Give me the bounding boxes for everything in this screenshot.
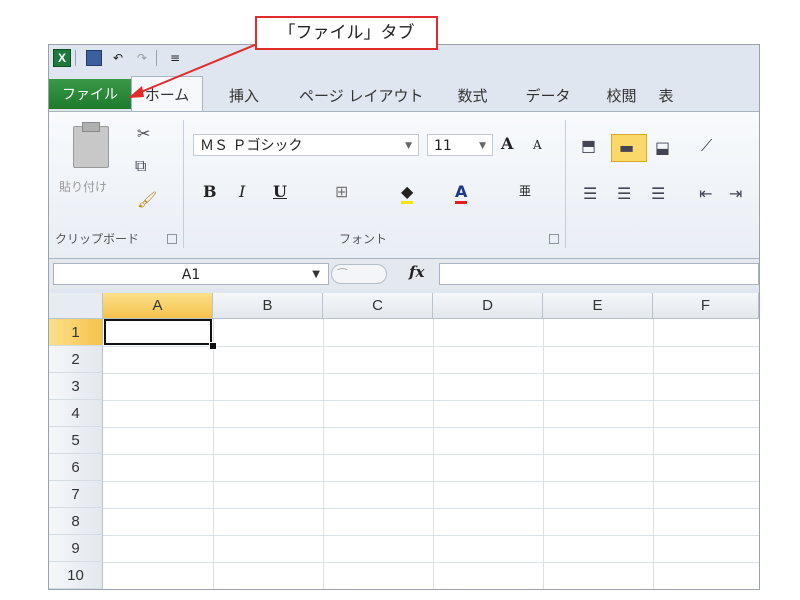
align-bottom-icon[interactable]: ⬓ <box>655 138 670 157</box>
group-label-font: フォント <box>339 232 388 246</box>
fill-color-icon[interactable]: ◆ <box>401 182 414 204</box>
grid-line <box>103 535 759 536</box>
ribbon-tabs: ファイル ホーム 挿入 ページ レイアウト 数式 データ 校閲 表 <box>49 73 759 111</box>
formula-input[interactable] <box>439 263 759 285</box>
fill-handle[interactable] <box>209 342 217 350</box>
paste-button-label[interactable]: 貼り付け <box>59 178 107 195</box>
row-header-8[interactable]: 8 <box>49 508 103 535</box>
chevron-down-icon: ▼ <box>479 141 486 151</box>
tab-insert[interactable]: 挿入 <box>203 79 285 111</box>
tab-home[interactable]: ホーム <box>131 76 203 111</box>
active-cell-a1[interactable] <box>104 319 212 345</box>
redo-button[interactable]: ↷ <box>132 48 152 68</box>
grid-line <box>103 481 759 482</box>
font-color-button[interactable]: A <box>455 182 468 204</box>
group-separator <box>565 120 566 248</box>
name-box[interactable]: A1 ▼ <box>53 263 329 285</box>
name-box-value: A1 <box>181 267 201 283</box>
bold-button[interactable]: B <box>203 182 217 201</box>
row-header-5[interactable]: 5 <box>49 427 103 454</box>
font-name-value: ＭＳ Ｐゴシック <box>200 138 303 154</box>
grid-line <box>103 562 759 563</box>
column-header-d[interactable]: D <box>433 293 543 319</box>
row-header-4[interactable]: 4 <box>49 400 103 427</box>
row-header-9[interactable]: 9 <box>49 535 103 562</box>
align-middle-icon: ▬ <box>619 138 635 157</box>
group-separator <box>183 120 184 248</box>
column-header-f[interactable]: F <box>653 293 759 319</box>
grid-line <box>103 400 759 401</box>
tab-data[interactable]: データ <box>508 79 589 111</box>
grow-font-button[interactable]: A <box>501 134 513 153</box>
italic-button[interactable]: I <box>239 182 245 201</box>
grid-line <box>103 427 759 428</box>
undo-button[interactable]: ↶ <box>108 48 128 68</box>
align-right-icon[interactable]: ☰ <box>651 184 665 203</box>
select-all-button[interactable] <box>49 293 103 319</box>
column-header-b[interactable]: B <box>213 293 323 319</box>
clipboard-launcher-icon[interactable] <box>167 234 177 244</box>
column-header-a[interactable]: A <box>103 293 213 319</box>
excel-logo-icon[interactable]: X <box>53 49 71 67</box>
align-center-icon[interactable]: ☰ <box>617 184 631 203</box>
group-label-clipboard: クリップボード <box>55 232 140 246</box>
align-left-icon[interactable]: ☰ <box>583 184 597 203</box>
shrink-font-button[interactable]: A <box>533 138 542 152</box>
tab-review[interactable]: 校閲 <box>589 79 655 111</box>
chevron-down-icon: ▼ <box>405 141 412 151</box>
chevron-down-icon: ▼ <box>312 269 320 280</box>
save-button[interactable] <box>84 48 104 68</box>
tab-formulas[interactable]: 数式 <box>438 79 508 111</box>
grid-line <box>103 373 759 374</box>
grid-line <box>103 508 759 509</box>
copy-icon[interactable]: ⧉ <box>135 156 146 176</box>
format-painter-icon[interactable]: 🖌 <box>137 190 157 209</box>
indent-decrease-icon[interactable]: ⇤ <box>699 184 712 203</box>
save-icon <box>86 50 102 66</box>
tab-page-layout[interactable]: ページ レイアウト <box>285 79 437 111</box>
worksheet-grid[interactable]: A B C D E F 1 2 3 4 5 6 7 8 9 10 <box>49 293 759 589</box>
borders-icon[interactable]: ⊞ <box>335 182 348 201</box>
qat-separator <box>75 50 76 66</box>
paste-icon[interactable] <box>73 122 109 168</box>
qat-separator <box>156 50 157 66</box>
row-header-10[interactable]: 10 <box>49 562 103 589</box>
grid-line <box>103 346 759 347</box>
underline-button[interactable]: U <box>273 182 287 201</box>
font-name-select[interactable]: ＭＳ Ｐゴシック ▼ <box>193 134 419 156</box>
grid-line <box>103 454 759 455</box>
font-size-select[interactable]: 11 ▼ <box>427 134 493 156</box>
row-header-6[interactable]: 6 <box>49 454 103 481</box>
tab-file[interactable]: ファイル <box>49 79 131 109</box>
cut-icon[interactable]: ✂ <box>137 124 150 143</box>
row-header-7[interactable]: 7 <box>49 481 103 508</box>
ribbon-home: 貼り付け ✂ ⧉ 🖌 クリップボード ＭＳ Ｐゴシック ▼ 11 ▼ A A B I… <box>49 111 759 259</box>
file-tab-callout: 「ファイル」タブ <box>255 16 438 50</box>
column-header-e[interactable]: E <box>543 293 653 319</box>
row-header-2[interactable]: 2 <box>49 346 103 373</box>
row-header-1[interactable]: 1 <box>49 319 103 346</box>
formula-bar: A1 ▼ ⁀ fx <box>49 259 759 289</box>
column-header-c[interactable]: C <box>323 293 433 319</box>
indent-increase-icon[interactable]: ⇥ <box>729 184 742 203</box>
row-header-3[interactable]: 3 <box>49 373 103 400</box>
customize-qat-button[interactable]: ≡ <box>165 48 185 68</box>
font-launcher-icon[interactable] <box>549 234 559 244</box>
font-size-value: 11 <box>434 138 452 154</box>
insert-function-button[interactable]: fx <box>409 263 424 281</box>
formula-cancel-enter-area[interactable]: ⁀ <box>331 264 387 284</box>
align-top-icon[interactable]: ⬒ <box>581 136 596 155</box>
orientation-icon[interactable]: ⟋ <box>701 136 712 156</box>
excel-window: X ↶ ↷ ≡ ファイル ホーム 挿入 ページ レイアウト 数式 データ 校閲 … <box>48 44 760 590</box>
tab-view[interactable]: 表 <box>655 79 678 111</box>
phonetic-icon[interactable]: 亜 <box>519 182 531 199</box>
